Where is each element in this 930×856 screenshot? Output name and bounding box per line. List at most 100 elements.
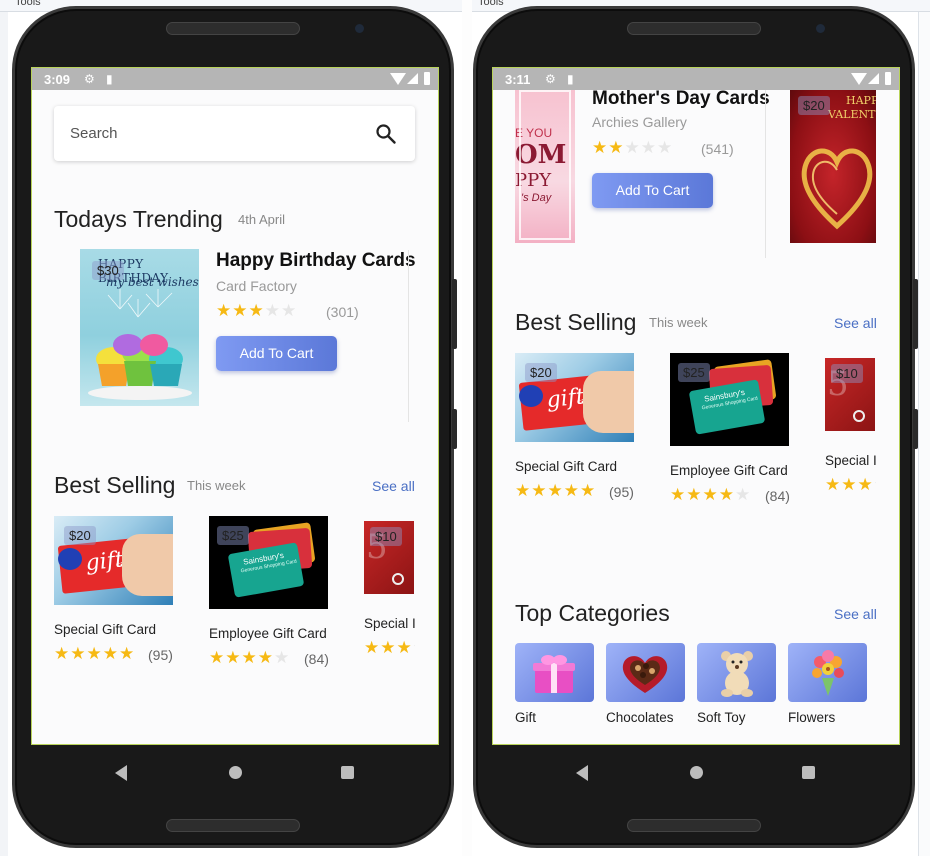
search-bar[interactable]: Search bbox=[54, 106, 415, 161]
item-name[interactable]: Employee Gift Card bbox=[670, 463, 788, 478]
birthday-card-image[interactable]: HAPPY BIRTHDAY my best wishes $30 bbox=[80, 249, 199, 406]
star-icon: ★ bbox=[702, 485, 719, 504]
back-icon[interactable] bbox=[115, 765, 127, 781]
card-teal: Sainsbury's Generous Shopping Card bbox=[227, 542, 305, 598]
rating-stars: ★★★★★ bbox=[592, 138, 673, 158]
category-soft-toy[interactable] bbox=[697, 643, 776, 702]
star-icon: ★ bbox=[413, 638, 415, 657]
star-icon: ★ bbox=[102, 644, 119, 663]
rating-stars: ★★★★★ bbox=[670, 485, 751, 505]
search-input[interactable]: Search bbox=[70, 125, 118, 142]
category-label[interactable]: Gift bbox=[515, 710, 536, 725]
android-nav-bar bbox=[31, 745, 439, 801]
phone-camera bbox=[816, 24, 825, 33]
card-frame bbox=[519, 90, 571, 240]
star-icon: ★ bbox=[264, 301, 281, 320]
special-card-image[interactable]: 5 $10 bbox=[364, 521, 414, 594]
trending-card-title[interactable]: Happy Birthday Cards bbox=[216, 250, 416, 272]
star-icon: ★ bbox=[592, 138, 609, 157]
review-count: (84) bbox=[304, 651, 329, 667]
top-categories-title: Top Categories bbox=[515, 600, 670, 626]
rating-stars: ★★★★★ bbox=[216, 301, 297, 321]
category-label[interactable]: Flowers bbox=[788, 710, 835, 725]
home-icon[interactable] bbox=[229, 766, 242, 779]
star-icon: ★ bbox=[640, 138, 657, 157]
price-tag: $25 bbox=[678, 363, 710, 382]
status-time: 3:11 bbox=[505, 72, 531, 87]
star-icon: ★ bbox=[274, 648, 291, 667]
see-all-link[interactable]: See all bbox=[372, 478, 415, 494]
search-icon[interactable] bbox=[375, 123, 397, 145]
add-to-cart-button[interactable]: Add To Cart bbox=[592, 173, 713, 208]
hand-graphic bbox=[122, 534, 173, 596]
category-chocolates[interactable] bbox=[606, 643, 685, 702]
review-count: (95) bbox=[148, 647, 173, 663]
add-to-cart-button[interactable]: Add To Cart bbox=[216, 336, 337, 371]
star-icon: ★ bbox=[735, 485, 752, 504]
review-count: (84) bbox=[765, 488, 790, 504]
battery-icon bbox=[885, 72, 891, 85]
see-all-link[interactable]: See all bbox=[834, 606, 877, 622]
star-icon: ★ bbox=[232, 301, 249, 320]
star-icon: ★ bbox=[841, 475, 858, 494]
category-gift[interactable] bbox=[515, 643, 594, 702]
sd-card-icon: ▮ bbox=[106, 72, 113, 86]
cupcakes-illustration bbox=[88, 289, 192, 400]
mothers-day-card-image[interactable]: E YOU OM PPY 's Day bbox=[515, 90, 575, 243]
ide-right-panel bbox=[918, 12, 930, 856]
item-name[interactable]: Special I bbox=[825, 453, 876, 468]
star-icon: ★ bbox=[657, 138, 674, 157]
app-screen: 3:09 ⚙ ▮ Search Todays Trending 4th Apri… bbox=[31, 67, 439, 745]
employee-gift-card-image[interactable]: Sainsbury's Generous Shopping Card $25 bbox=[670, 353, 789, 446]
card-logo-icon bbox=[392, 573, 404, 585]
rating-stars: ★★★★★ bbox=[209, 648, 290, 668]
price-tag: $20 bbox=[525, 363, 557, 382]
star-icon: ★ bbox=[86, 644, 103, 663]
item-name[interactable]: Special Gift Card bbox=[515, 459, 617, 474]
star-icon: ★ bbox=[563, 481, 580, 500]
recent-apps-icon[interactable] bbox=[802, 766, 815, 779]
back-icon[interactable] bbox=[576, 765, 588, 781]
see-all-link[interactable]: See all bbox=[834, 315, 877, 331]
star-icon: ★ bbox=[718, 485, 735, 504]
category-label[interactable]: Soft Toy bbox=[697, 710, 746, 725]
app-screen: 3:11 ⚙ ▮ E YOU OM PPY 's Day Mother's Da… bbox=[492, 67, 900, 745]
ide-menu-tools-right[interactable]: Tools bbox=[478, 0, 504, 8]
special-card-image[interactable]: 5 $10 bbox=[825, 358, 875, 431]
star-icon: ★ bbox=[874, 475, 876, 494]
item-name[interactable]: Special I bbox=[364, 616, 415, 631]
valentines-card-image[interactable]: HAPPY VALENTINE'S $20 bbox=[790, 90, 876, 243]
star-icon: ★ bbox=[281, 301, 298, 320]
trending-card-vendor: Card Factory bbox=[216, 278, 297, 294]
trending-card-title[interactable]: Mother's Day Cards bbox=[592, 88, 770, 110]
star-icon: ★ bbox=[216, 301, 233, 320]
card-teal: Sainsbury's Generous Shopping Card bbox=[688, 379, 766, 435]
ide-divider bbox=[462, 0, 472, 856]
price-tag: $10 bbox=[831, 364, 863, 383]
ide-menu-tools[interactable]: Tools bbox=[15, 0, 41, 8]
star-icon: ★ bbox=[209, 648, 226, 667]
heart-illustration bbox=[801, 148, 873, 230]
price-tag: $20 bbox=[798, 96, 830, 115]
item-name[interactable]: Employee Gift Card bbox=[209, 626, 327, 641]
best-selling-subtitle: This week bbox=[649, 315, 708, 330]
category-flowers[interactable] bbox=[788, 643, 867, 702]
star-icon: ★ bbox=[624, 138, 641, 157]
item-name[interactable]: Special Gift Card bbox=[54, 622, 156, 637]
special-gift-card-image[interactable]: gift card $20 bbox=[54, 516, 173, 605]
star-icon: ★ bbox=[515, 481, 532, 500]
trending-title: Todays Trending bbox=[54, 206, 223, 232]
star-icon: ★ bbox=[225, 648, 242, 667]
employee-gift-card-image[interactable]: Sainsbury's Generous Shopping Card $25 bbox=[209, 516, 328, 609]
recent-apps-icon[interactable] bbox=[341, 766, 354, 779]
category-label[interactable]: Chocolates bbox=[606, 710, 674, 725]
star-icon: ★ bbox=[580, 481, 597, 500]
status-bar: 3:09 ⚙ ▮ bbox=[32, 68, 438, 90]
star-icon: ★ bbox=[547, 481, 564, 500]
special-gift-card-image[interactable]: gift card $20 bbox=[515, 353, 634, 442]
bow-icon bbox=[519, 385, 543, 407]
star-icon: ★ bbox=[608, 138, 625, 157]
home-icon[interactable] bbox=[690, 766, 703, 779]
review-count: (541) bbox=[701, 141, 734, 157]
star-icon: ★ bbox=[119, 644, 136, 663]
